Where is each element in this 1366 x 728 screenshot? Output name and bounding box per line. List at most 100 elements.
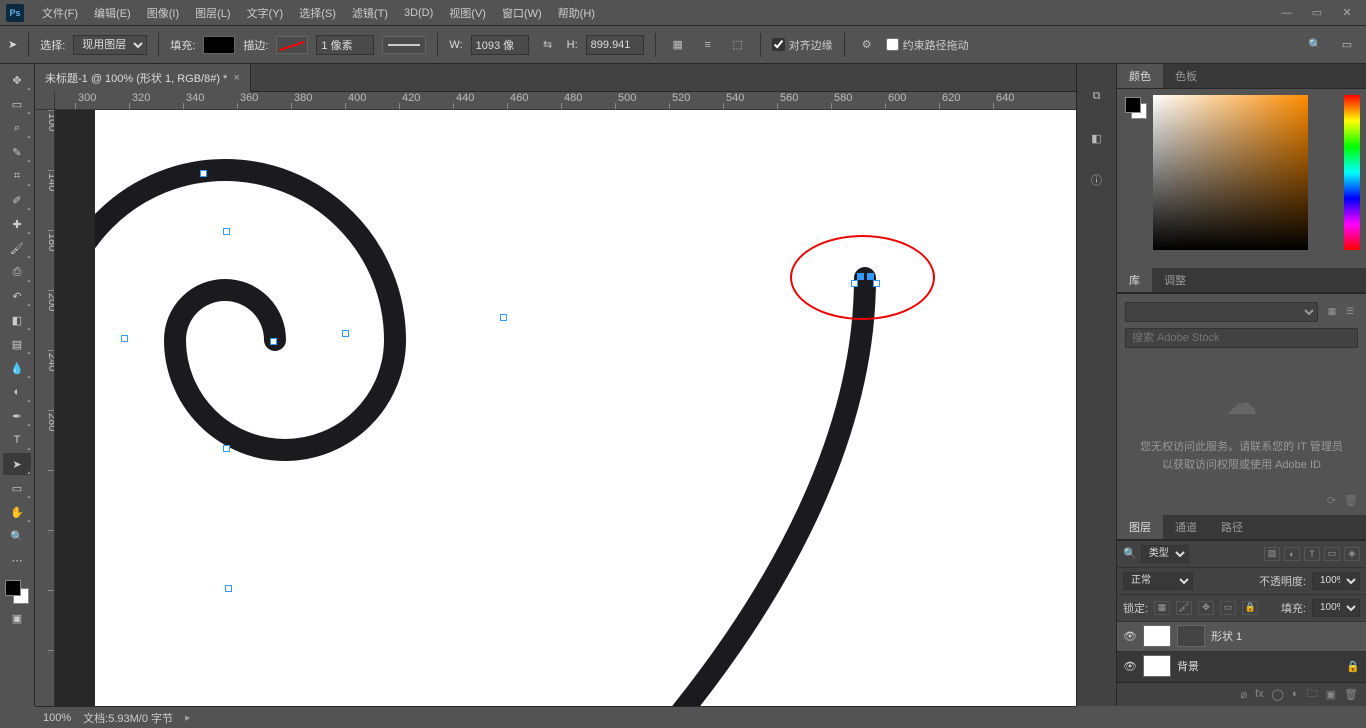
tab-libraries[interactable]: 库 [1117,268,1152,292]
lock-all-icon[interactable]: 🔒 [1242,601,1258,615]
marquee-tool[interactable]: ▭ [3,93,31,115]
type-tool[interactable]: T [3,429,31,451]
constrain-path-checkbox[interactable]: 约束路径拖动 [886,37,969,53]
align-edges-checkbox[interactable]: 对齐边缘 [772,37,833,53]
stroke-width-input[interactable] [316,35,374,55]
fill-opacity-input[interactable]: 100% [1312,599,1360,617]
menu-edit[interactable]: 编辑(E) [86,1,139,25]
fill-swatch[interactable] [203,36,235,54]
workspace-switcher-icon[interactable]: ▭ [1336,34,1358,56]
lock-nest-icon[interactable]: ▭ [1220,601,1236,615]
brush-tool[interactable]: 🖌 [3,237,31,259]
anchor-point[interactable] [223,228,230,235]
blend-mode-dropdown[interactable]: 正常 [1123,572,1193,590]
blur-tool[interactable]: 💧 [3,357,31,379]
filter-type-icon[interactable]: T [1304,547,1320,561]
anchor-point[interactable] [223,445,230,452]
zoom-level[interactable]: 100% [43,712,71,724]
menu-layer[interactable]: 图层(L) [187,1,238,25]
pen-tool[interactable]: ✒ [3,405,31,427]
crop-tool[interactable]: ⌗ [3,165,31,187]
menu-filter[interactable]: 滤镜(T) [344,1,396,25]
menu-select[interactable]: 选择(S) [291,1,344,25]
info-panel-icon[interactable]: ⓘ [1085,168,1109,192]
new-layer-icon[interactable]: ▣ [1326,688,1336,701]
quick-select-tool[interactable]: ✎ [3,141,31,163]
canvas[interactable] [95,110,1076,706]
stroke-style-dropdown[interactable] [382,36,426,54]
width-input[interactable] [471,35,529,55]
shape-tool[interactable]: ▭ [3,477,31,499]
layer-thumb[interactable] [1143,625,1171,647]
menu-view[interactable]: 视图(V) [441,1,494,25]
filter-shape-icon[interactable]: ▭ [1324,547,1340,561]
hand-tool[interactable]: ✋ [3,501,31,523]
zoom-tool[interactable]: 🔍 [3,525,31,547]
link-wh-icon[interactable]: ⇆ [537,34,559,56]
gradient-tool[interactable]: ▤ [3,333,31,355]
fx-icon[interactable]: fx [1255,688,1264,700]
layer-name[interactable]: 形状 1 [1211,628,1242,644]
filter-smart-icon[interactable]: ◈ [1344,547,1360,561]
stroke-swatch[interactable] [276,36,308,54]
maximize-icon[interactable]: ▭ [1304,5,1330,21]
tab-close-icon[interactable]: × [233,72,239,84]
filter-image-icon[interactable]: ▧ [1264,547,1280,561]
move-tool[interactable]: ✥ [3,69,31,91]
height-input[interactable] [586,35,644,55]
document-tab[interactable]: 未标题-1 @ 100% (形状 1, RGB/8#) * × [35,64,251,92]
dodge-tool[interactable]: ◐ [3,381,31,403]
healing-tool[interactable]: ✚ [3,213,31,235]
quickmask-tool[interactable]: ▣ [3,607,31,629]
adjustment-icon[interactable]: ◐ [1292,688,1299,700]
delete-layer-icon[interactable]: 🗑 [1344,688,1358,701]
stamp-tool[interactable]: ⎙ [3,261,31,283]
history-panel-icon[interactable]: ⧉ [1085,84,1109,108]
opacity-input[interactable]: 100% [1312,572,1360,590]
tab-layers[interactable]: 图层 [1117,515,1163,539]
menu-window[interactable]: 窗口(W) [494,1,550,25]
layer-mask-thumb[interactable] [1177,625,1205,647]
color-field[interactable] [1153,95,1308,250]
anchor-point[interactable] [270,338,277,345]
sync-icon[interactable]: ⟳ [1327,494,1336,507]
canvas-area[interactable] [55,110,1076,706]
arrange-icon[interactable]: ⬚ [727,34,749,56]
lock-trans-icon[interactable]: ▦ [1154,601,1170,615]
anchor-point[interactable] [121,335,128,342]
edit-toolbar[interactable]: ⋯ [3,549,31,571]
anchor-point[interactable] [342,330,349,337]
layer-filter-dropdown[interactable]: 类型 [1141,545,1189,563]
tab-swatches[interactable]: 色板 [1163,64,1209,88]
tab-paths[interactable]: 路径 [1209,515,1255,539]
anchor-point[interactable] [200,170,207,177]
anchor-point[interactable] [500,314,507,321]
link-layers-icon[interactable]: ⌀ [1240,688,1247,701]
search-icon[interactable]: 🔍 [1304,34,1326,56]
layer-item[interactable]: 👁 背景 🔒 [1117,652,1366,682]
visibility-icon[interactable]: 👁 [1123,660,1137,673]
tab-color[interactable]: 颜色 [1117,64,1163,88]
tab-channels[interactable]: 通道 [1163,515,1209,539]
group-icon[interactable]: 🗀 [1307,685,1318,704]
path-ops-icon[interactable]: ▦ [667,34,689,56]
minimize-icon[interactable]: — [1274,5,1300,21]
eraser-tool[interactable]: ◧ [3,309,31,331]
layer-name[interactable]: 背景 [1177,658,1199,674]
history-brush-tool[interactable]: ↶ [3,285,31,307]
gear-icon[interactable]: ⚙ [856,34,878,56]
grid-view-icon[interactable]: ▦ [1324,305,1340,319]
trash-icon[interactable]: 🗑 [1344,494,1358,507]
lock-pos-icon[interactable]: ✥ [1198,601,1214,615]
menu-help[interactable]: 帮助(H) [550,1,603,25]
filter-adjust-icon[interactable]: ◐ [1284,547,1300,561]
library-dropdown[interactable] [1125,302,1318,322]
doc-info[interactable]: 文档:5.93M/0 字节 [83,710,173,726]
menu-3d[interactable]: 3D(D) [396,3,441,23]
visibility-icon[interactable]: 👁 [1123,630,1137,643]
align-icon[interactable]: ≡ [697,34,719,56]
close-icon[interactable]: ✕ [1334,5,1360,21]
menu-image[interactable]: 图像(I) [139,1,187,25]
list-view-icon[interactable]: ☰ [1342,305,1358,319]
layer-thumb[interactable] [1143,655,1171,677]
